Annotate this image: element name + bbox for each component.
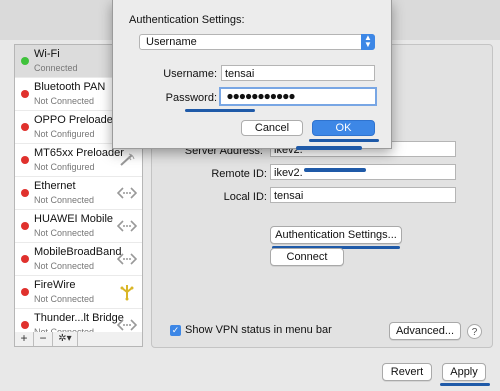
firewire-icon <box>117 283 137 301</box>
password-dots <box>227 93 295 100</box>
sidebar-item[interactable]: HUAWEI Mobile Not Connected <box>15 210 142 243</box>
show-vpn-status-label: Show VPN status in menu bar <box>185 324 332 336</box>
sidebar-item-name: Ethernet <box>34 180 76 192</box>
help-button[interactable]: ? <box>467 324 482 339</box>
status-dot-icon <box>21 321 29 329</box>
sidebar-item-status: Not Connected <box>34 294 95 304</box>
remote-id-label: Remote ID: <box>211 168 267 180</box>
password-dot <box>246 93 252 100</box>
sidebar-item-name: Wi-Fi <box>34 48 60 60</box>
password-dot <box>289 93 295 100</box>
authentication-settings-sheet: Authentication Settings: Username ▲ ▼ Use… <box>112 0 392 149</box>
password-dot <box>277 93 283 100</box>
status-dot-icon <box>21 288 29 296</box>
sidebar-item-name: FireWire <box>34 279 76 291</box>
status-dot-icon <box>21 123 29 131</box>
remote-id-field[interactable]: ikev2. <box>270 164 456 180</box>
sidebar-item-status: Not Configured <box>34 129 95 139</box>
auth-method-popup[interactable]: Username ▲ ▼ <box>139 34 375 50</box>
status-dot-icon <box>21 57 29 65</box>
sidebar-item-status: Connected <box>34 63 78 73</box>
annotation-underline <box>440 383 490 386</box>
sidebar-item-status: Not Configured <box>34 162 95 172</box>
auth-method-value: Username <box>146 36 197 48</box>
connect-button[interactable]: Connect <box>270 248 344 266</box>
username-value: tensai <box>225 68 255 80</box>
username-label: Username: <box>163 68 217 80</box>
apply-button[interactable]: Apply <box>442 363 486 381</box>
password-dot <box>264 93 270 100</box>
ok-button[interactable]: OK <box>312 120 375 136</box>
password-dot <box>227 93 233 100</box>
sidebar-item[interactable]: MobileBroadBand Not Connected <box>15 243 142 276</box>
ethernet-icon <box>117 250 137 268</box>
sidebar-item-name: Bluetooth PAN <box>34 81 106 93</box>
ethernet-icon <box>117 217 137 235</box>
sidebar-item-name: MT65xx Preloader <box>34 147 124 159</box>
local-id-label: Local ID: <box>223 191 267 203</box>
local-id-value: tensai <box>274 190 304 202</box>
username-field[interactable]: tensai <box>221 65 375 81</box>
sidebar-item-status: Not Connected <box>34 261 95 271</box>
popup-arrows-icon: ▲ ▼ <box>361 34 375 50</box>
sidebar-item-status: Not Connected <box>34 228 95 238</box>
status-dot-icon <box>21 90 29 98</box>
sheet-title: Authentication Settings: <box>129 14 245 26</box>
local-id-field[interactable]: tensai <box>270 187 456 203</box>
status-dot-icon <box>21 255 29 263</box>
revert-button[interactable]: Revert <box>382 363 432 381</box>
password-dot <box>252 93 258 100</box>
status-dot-icon <box>21 222 29 230</box>
sidebar-item-status: Not Connected <box>34 96 95 106</box>
sidebar-item[interactable]: FireWire Not Connected <box>15 276 142 309</box>
password-dot <box>270 93 276 100</box>
sidebar-item[interactable]: Ethernet Not Connected <box>15 177 142 210</box>
sidebar-item-name: Thunder...lt Bridge <box>34 312 124 324</box>
annotation-redaction <box>304 168 366 172</box>
gear-menu-button[interactable]: ✲▾ <box>53 332 78 346</box>
annotation-underline <box>309 139 379 142</box>
remote-id-value: ikev2. <box>274 167 303 179</box>
add-service-button[interactable]: + <box>15 332 34 346</box>
sidebar-item-name: OPPO Preloader <box>34 114 117 126</box>
password-dot <box>258 93 264 100</box>
password-label: Password: <box>165 92 217 104</box>
authentication-settings-button[interactable]: Authentication Settings... <box>270 226 402 244</box>
remove-service-button[interactable]: − <box>34 332 53 346</box>
cancel-button[interactable]: Cancel <box>241 120 303 136</box>
show-vpn-status-checkbox[interactable]: ✓ <box>170 325 181 336</box>
password-dot <box>283 93 289 100</box>
password-dot <box>239 93 245 100</box>
password-field[interactable] <box>219 87 377 106</box>
sidebar-item-status: Not Connected <box>34 195 95 205</box>
annotation-underline <box>185 109 255 112</box>
annotation-redaction <box>296 146 362 150</box>
sidebar-item[interactable]: Thunder...lt Bridge Not Connected <box>15 309 142 333</box>
status-dot-icon <box>21 156 29 164</box>
status-dot-icon <box>21 189 29 197</box>
sidebar-item-name: MobileBroadBand <box>34 246 122 258</box>
ethernet-icon <box>117 184 137 202</box>
service-list-toolbar: + − ✲▾ <box>14 332 143 347</box>
sidebar-item-name: HUAWEI Mobile <box>34 213 114 225</box>
password-dot <box>233 93 239 100</box>
advanced-button[interactable]: Advanced... <box>389 322 461 340</box>
phone-icon <box>117 151 137 169</box>
